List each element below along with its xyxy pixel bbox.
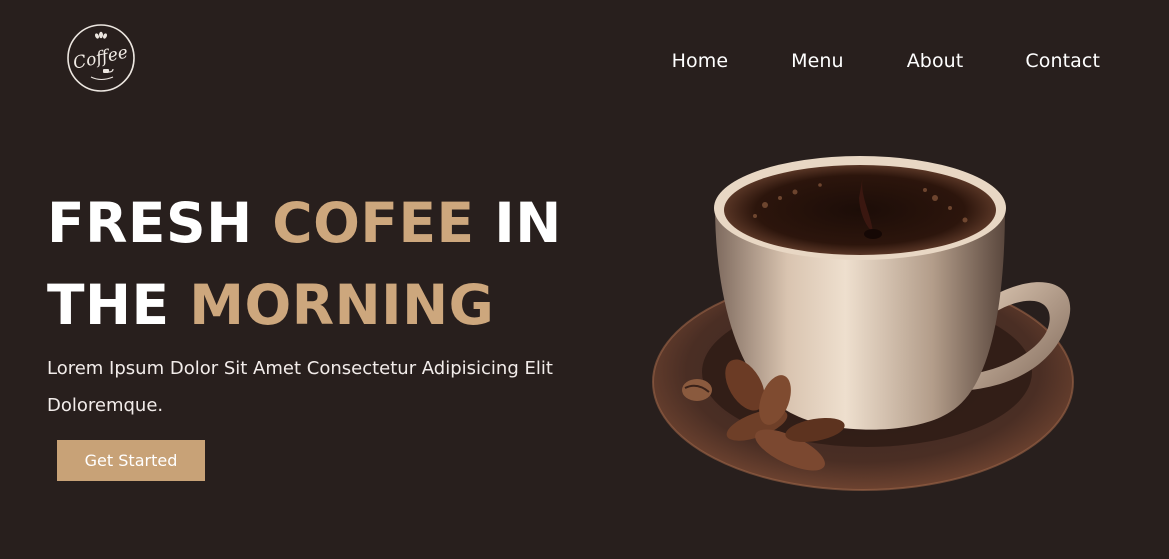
- coffee-surface-shape: [724, 165, 996, 255]
- coffee-logo-icon[interactable]: Coffee: [65, 22, 137, 94]
- hero-description: Lorem Ipsum Dolor Sit Amet Consectetur A…: [47, 358, 553, 416]
- nav-contact-link[interactable]: Contact: [1025, 50, 1100, 72]
- nav-about-link[interactable]: About: [907, 50, 964, 72]
- hero-title: FRESH COFEE IN THE MORNING: [47, 182, 562, 346]
- nav-menu-link[interactable]: Menu: [791, 50, 844, 72]
- hero-title-accent: MORNING: [189, 273, 495, 337]
- hero-title-part: THE: [47, 273, 190, 337]
- hero-title-accent: COFEE: [272, 191, 475, 255]
- main-nav: Home Menu About Contact: [672, 50, 1100, 72]
- coffee-cup-image: [645, 150, 1085, 500]
- nav-home-link[interactable]: Home: [672, 50, 729, 72]
- get-started-button[interactable]: Get Started: [57, 440, 205, 481]
- hero-title-part: FRESH: [47, 191, 273, 255]
- logo-text: Coffee: [71, 43, 129, 74]
- hero-title-part: IN: [474, 191, 562, 255]
